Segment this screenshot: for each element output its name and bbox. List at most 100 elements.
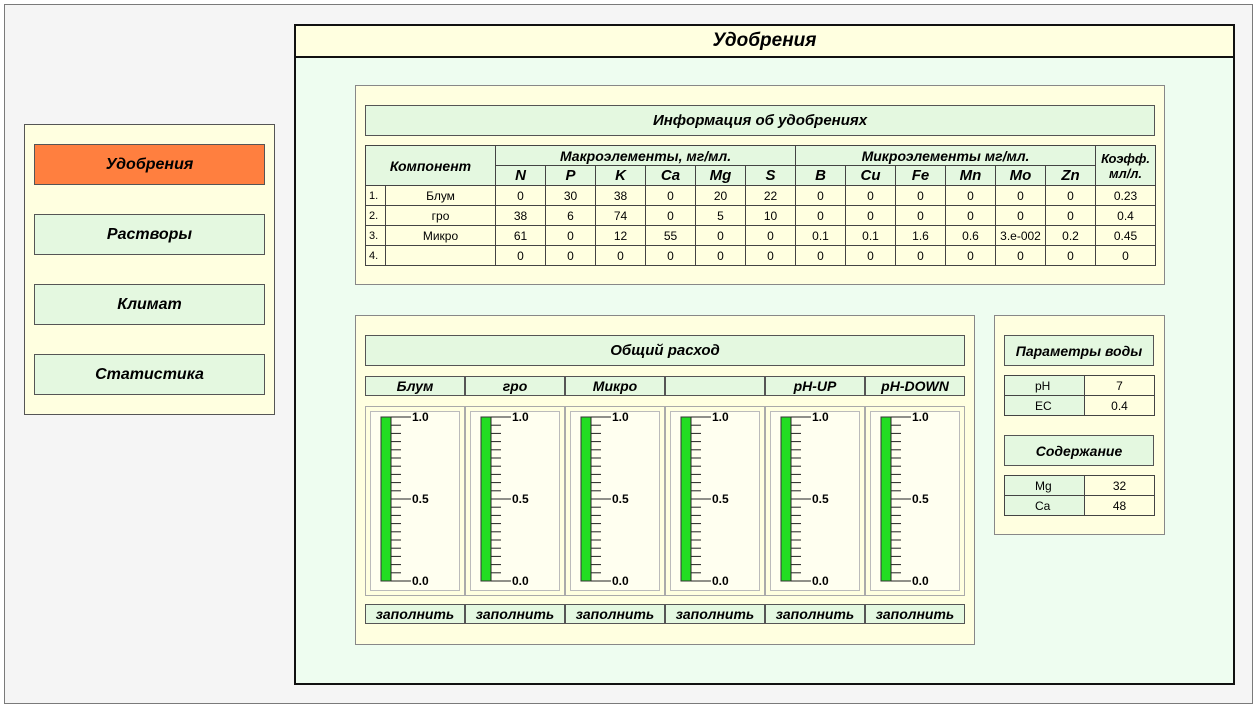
gauge-fill (880, 416, 892, 582)
value-cell[interactable]: 0 (1095, 245, 1157, 266)
nav-button-fertilizers[interactable]: Удобрения (34, 144, 265, 185)
value-cell[interactable]: 0.23 (1095, 185, 1157, 206)
nav-panel: Удобрения Растворы Климат Статистика (24, 124, 275, 415)
value-cell[interactable]: 0 (845, 205, 897, 226)
param-value: 0.4 (1084, 395, 1155, 416)
component-name-cell[interactable]: Микро (384, 225, 497, 246)
value-cell[interactable]: 0 (645, 245, 697, 266)
value-cell[interactable]: 0 (1045, 205, 1097, 226)
gauge-scale-label: 0.0 (712, 574, 729, 588)
value-cell[interactable]: 38 (595, 185, 647, 206)
value-cell[interactable]: 74 (595, 205, 647, 226)
value-cell[interactable]: 5 (695, 205, 747, 226)
micro-header: Микроэлементы мг/мл. (795, 145, 1097, 166)
value-cell[interactable]: 0 (795, 205, 847, 226)
gauge-scale: 1.0 0.5 0.0 (380, 410, 429, 588)
value-cell[interactable]: 0 (495, 185, 547, 206)
content-value: 32 (1084, 475, 1155, 496)
fill-button[interactable]: заполнить (565, 604, 665, 624)
value-cell[interactable]: 10 (745, 205, 797, 226)
param-key: EC (1004, 395, 1085, 416)
value-cell[interactable]: 0 (895, 245, 947, 266)
value-cell[interactable]: 0 (545, 245, 597, 266)
value-cell[interactable]: 0 (695, 245, 747, 266)
value-cell[interactable]: 0.45 (1095, 225, 1157, 246)
value-cell[interactable]: 0 (545, 225, 597, 246)
param-key: pH (1004, 375, 1085, 396)
consumption-column-header (665, 376, 765, 396)
gauge-scale-label: 0.5 (812, 492, 829, 506)
gauge-scale-label: 1.0 (412, 410, 429, 424)
value-cell[interactable]: 30 (545, 185, 597, 206)
value-cell[interactable]: 0 (745, 245, 797, 266)
value-cell[interactable]: 55 (645, 225, 697, 246)
value-cell[interactable]: 0 (695, 225, 747, 246)
gauge-fill (480, 416, 492, 582)
value-cell[interactable]: 0 (645, 185, 697, 206)
table-row: pH 7 (1004, 375, 1155, 396)
value-cell[interactable]: 0.2 (1045, 225, 1097, 246)
gauge-scale-label: 1.0 (612, 410, 629, 424)
value-cell[interactable]: 0 (495, 245, 547, 266)
value-cell[interactable]: 6 (545, 205, 597, 226)
gauge-scale-label: 0.5 (512, 492, 529, 506)
table-row: 3. Микро 61 0 12 55 0 0 0.1 0.1 1.6 0.6 3.e-002 0.2 0.… (365, 225, 1157, 246)
nav-button-climate[interactable]: Климат (34, 284, 265, 325)
value-cell[interactable]: 0.4 (1095, 205, 1157, 226)
value-cell[interactable]: 38 (495, 205, 547, 226)
value-cell[interactable]: 0 (895, 185, 947, 206)
fill-button[interactable]: заполнить (365, 604, 465, 624)
value-cell[interactable]: 0 (945, 185, 997, 206)
level-gauge: 1.0 0.5 0.0 (765, 406, 865, 596)
value-cell[interactable]: 0 (845, 245, 897, 266)
fertilizer-table: Компонент Макроэлементы, мг/мл. Микроэле… (364, 145, 1157, 266)
component-name-cell[interactable] (384, 245, 497, 266)
nav-button-statistics[interactable]: Статистика (34, 354, 265, 395)
gauge-scale-label: 0.0 (812, 574, 829, 588)
value-cell[interactable]: 0 (995, 245, 1047, 266)
value-cell[interactable]: 0 (645, 205, 697, 226)
value-cell[interactable]: 61 (495, 225, 547, 246)
fill-button[interactable]: заполнить (865, 604, 965, 624)
col-header-cu: Cu (845, 165, 897, 186)
water-panel: Параметры воды pH 7 EC 0.4 Содержание Mg… (994, 315, 1165, 535)
table-row: Ca 48 (1004, 495, 1155, 516)
value-cell[interactable]: 0 (1045, 245, 1097, 266)
value-cell[interactable]: 20 (695, 185, 747, 206)
value-cell[interactable]: 0 (845, 185, 897, 206)
value-cell[interactable]: 0 (945, 245, 997, 266)
col-header-mg: Mg (695, 165, 747, 186)
value-cell[interactable]: 0 (895, 205, 947, 226)
value-cell[interactable]: 0 (795, 245, 847, 266)
value-cell[interactable]: 3.e-002 (995, 225, 1047, 246)
gauge-scale: 1.0 0.5 0.0 (880, 410, 929, 588)
col-header-b: B (795, 165, 847, 186)
value-cell[interactable]: 0 (995, 185, 1047, 206)
value-cell[interactable]: 12 (595, 225, 647, 246)
gauge-fill (580, 416, 592, 582)
value-cell[interactable]: 0.1 (795, 225, 847, 246)
fill-button[interactable]: заполнить (665, 604, 765, 624)
value-cell[interactable]: 0 (795, 185, 847, 206)
content-title: Содержание (1004, 435, 1154, 466)
gauge-scale: 1.0 0.5 0.0 (780, 410, 829, 588)
value-cell[interactable]: 0.1 (845, 225, 897, 246)
value-cell[interactable]: 0 (945, 205, 997, 226)
gauge-scale: 1.0 0.5 0.0 (580, 410, 629, 588)
row-index: 1. (365, 185, 386, 206)
value-cell[interactable]: 0.6 (945, 225, 997, 246)
value-cell[interactable]: 0 (995, 205, 1047, 226)
fill-button[interactable]: заполнить (765, 604, 865, 624)
component-name-cell[interactable]: гро (384, 205, 497, 226)
component-name-cell[interactable]: Блум (384, 185, 497, 206)
nav-button-solutions[interactable]: Растворы (34, 214, 265, 255)
value-cell[interactable]: 22 (745, 185, 797, 206)
value-cell[interactable]: 0 (595, 245, 647, 266)
value-cell[interactable]: 0 (1045, 185, 1097, 206)
param-value: 7 (1084, 375, 1155, 396)
col-header-n: N (495, 165, 547, 186)
fill-button[interactable]: заполнить (465, 604, 565, 624)
value-cell[interactable]: 0 (745, 225, 797, 246)
content-value: 48 (1084, 495, 1155, 516)
value-cell[interactable]: 1.6 (895, 225, 947, 246)
